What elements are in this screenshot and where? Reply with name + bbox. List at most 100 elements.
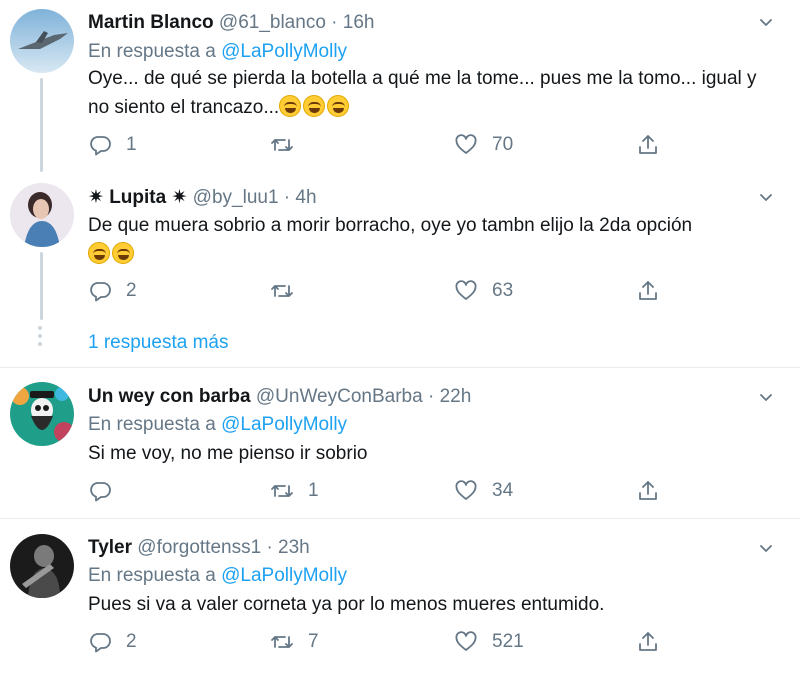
display-name[interactable]: Un wey con barba	[88, 386, 251, 407]
reply-button[interactable]: 1	[88, 130, 137, 160]
reply-icon	[90, 633, 111, 653]
username[interactable]: @by_luu1	[193, 187, 279, 208]
avatar[interactable]	[10, 9, 74, 73]
reply-button[interactable]: 2	[88, 627, 137, 657]
reply-button[interactable]: 2	[88, 276, 137, 306]
thread-line	[40, 252, 43, 320]
like-count: 63	[492, 280, 514, 301]
more-replies-link[interactable]: 1 respuesta más	[88, 332, 228, 354]
like-button[interactable]: 34	[454, 476, 513, 506]
tweet-actions: 1 70	[88, 130, 688, 160]
like-count: 34	[492, 480, 514, 501]
reply-icon	[90, 136, 111, 156]
retweet-icon	[271, 636, 293, 648]
reply-context: En respuesta a @LaPollyMolly	[88, 41, 347, 63]
reply-label: En respuesta a	[88, 565, 216, 586]
share-icon	[639, 135, 657, 154]
like-icon	[455, 480, 477, 500]
reply-count: 2	[126, 631, 137, 652]
separator: ·	[283, 187, 291, 208]
share-icon	[639, 281, 657, 300]
tweet-actions: 2 63	[88, 276, 688, 306]
reply-context: En respuesta a @LaPollyMolly	[88, 414, 347, 436]
retweet-button[interactable]	[270, 130, 308, 160]
tweet-text: Oye... de qué se pierda la botella a qué…	[88, 64, 778, 122]
avatar[interactable]	[10, 382, 74, 446]
tears-of-joy-emoji-icon	[112, 242, 134, 264]
retweet-button[interactable]: 1	[270, 476, 319, 506]
reply-count: 2	[126, 280, 137, 301]
share-button[interactable]	[636, 276, 660, 306]
retweet-count: 7	[308, 631, 319, 652]
share-button[interactable]	[636, 627, 660, 657]
timestamp[interactable]: 22h	[440, 386, 472, 407]
reply-icon	[90, 482, 111, 502]
reply-button[interactable]	[88, 476, 126, 506]
tweet-3[interactable]: Un wey con barba @UnWeyConBarba · 22h En…	[0, 369, 800, 519]
thread-dots	[38, 326, 44, 350]
reply-icon	[90, 282, 111, 302]
reply-label: En respuesta a	[88, 414, 216, 435]
like-count: 521	[492, 631, 524, 652]
display-name[interactable]: Tyler	[88, 537, 132, 558]
chevron-down-icon[interactable]	[758, 389, 774, 405]
tweet-header: Tyler @forgottenss1 · 23h	[88, 537, 310, 559]
mention-link[interactable]: @LaPollyMolly	[221, 414, 347, 435]
share-button[interactable]	[636, 130, 660, 160]
like-button[interactable]: 521	[454, 627, 524, 657]
reply-label: En respuesta a	[88, 41, 216, 62]
rolling-laughing-emoji-icon	[327, 95, 350, 117]
like-icon	[455, 631, 477, 651]
reply-context: En respuesta a @LaPollyMolly	[88, 565, 347, 587]
tweet-header: Martin Blanco @61_blanco · 16h	[88, 12, 374, 34]
like-icon	[455, 280, 477, 300]
chevron-down-icon[interactable]	[758, 189, 774, 205]
avatar[interactable]	[10, 183, 74, 247]
display-name[interactable]: ✷ Lupita ✷	[88, 187, 187, 208]
timestamp[interactable]: 23h	[278, 537, 310, 558]
like-count: 70	[492, 134, 514, 155]
tweet-text: De que muera sobrio a morir borracho, oy…	[88, 211, 778, 269]
tweet-2[interactable]: ✷ Lupita ✷ @by_luu1 · 4h De que muera so…	[0, 172, 800, 320]
avatar[interactable]	[10, 534, 74, 598]
thread-line	[40, 78, 43, 172]
username[interactable]: @UnWeyConBarba	[256, 386, 423, 407]
tweet-actions: 2 7 521	[88, 627, 688, 657]
tweet-1[interactable]: Martin Blanco @61_blanco · 16h En respue…	[0, 0, 800, 172]
retweet-button[interactable]	[270, 276, 308, 306]
chevron-down-icon[interactable]	[758, 540, 774, 556]
share-button[interactable]	[636, 476, 660, 506]
tears-of-joy-emoji-icon	[88, 242, 110, 264]
tweet-header: Un wey con barba @UnWeyConBarba · 22h	[88, 386, 471, 408]
retweet-icon	[271, 485, 293, 497]
mention-link[interactable]: @LaPollyMolly	[221, 41, 347, 62]
tweet-4[interactable]: Tyler @forgottenss1 · 23h En respuesta a…	[0, 520, 800, 675]
tweet-text: Si me voy, no me pienso ir sobrio	[88, 443, 368, 464]
tweet-actions: 1 34	[88, 476, 688, 506]
separator: ·	[266, 537, 273, 558]
retweet-icon	[271, 139, 293, 151]
chevron-down-icon[interactable]	[758, 14, 774, 30]
retweet-button[interactable]: 7	[270, 627, 319, 657]
tweet-text-content: Oye... de qué se pierda la botella a qué…	[88, 68, 757, 118]
timestamp[interactable]: 4h	[295, 187, 316, 208]
mention-link[interactable]: @LaPollyMolly	[221, 565, 347, 586]
separator: ·	[427, 386, 435, 407]
display-name[interactable]: Martin Blanco	[88, 12, 214, 33]
rolling-laughing-emoji-icon	[303, 95, 326, 117]
rolling-laughing-emoji-icon	[279, 95, 302, 117]
tweet-header: ✷ Lupita ✷ @by_luu1 · 4h	[88, 186, 317, 209]
tweet-text-content: De que muera sobrio a morir borracho, oy…	[88, 215, 693, 236]
like-button[interactable]: 63	[454, 276, 513, 306]
username[interactable]: @61_blanco	[219, 12, 326, 33]
reply-count: 1	[126, 134, 137, 155]
timestamp[interactable]: 16h	[343, 12, 375, 33]
retweet-icon	[271, 285, 293, 297]
like-button[interactable]: 70	[454, 130, 513, 160]
share-icon	[639, 481, 657, 500]
username[interactable]: @forgottenss1	[137, 537, 261, 558]
tweet-text: Pues si va a valer corneta ya por lo men…	[88, 594, 605, 615]
retweet-count: 1	[308, 480, 319, 501]
like-icon	[455, 134, 477, 154]
separator: ·	[331, 12, 338, 33]
